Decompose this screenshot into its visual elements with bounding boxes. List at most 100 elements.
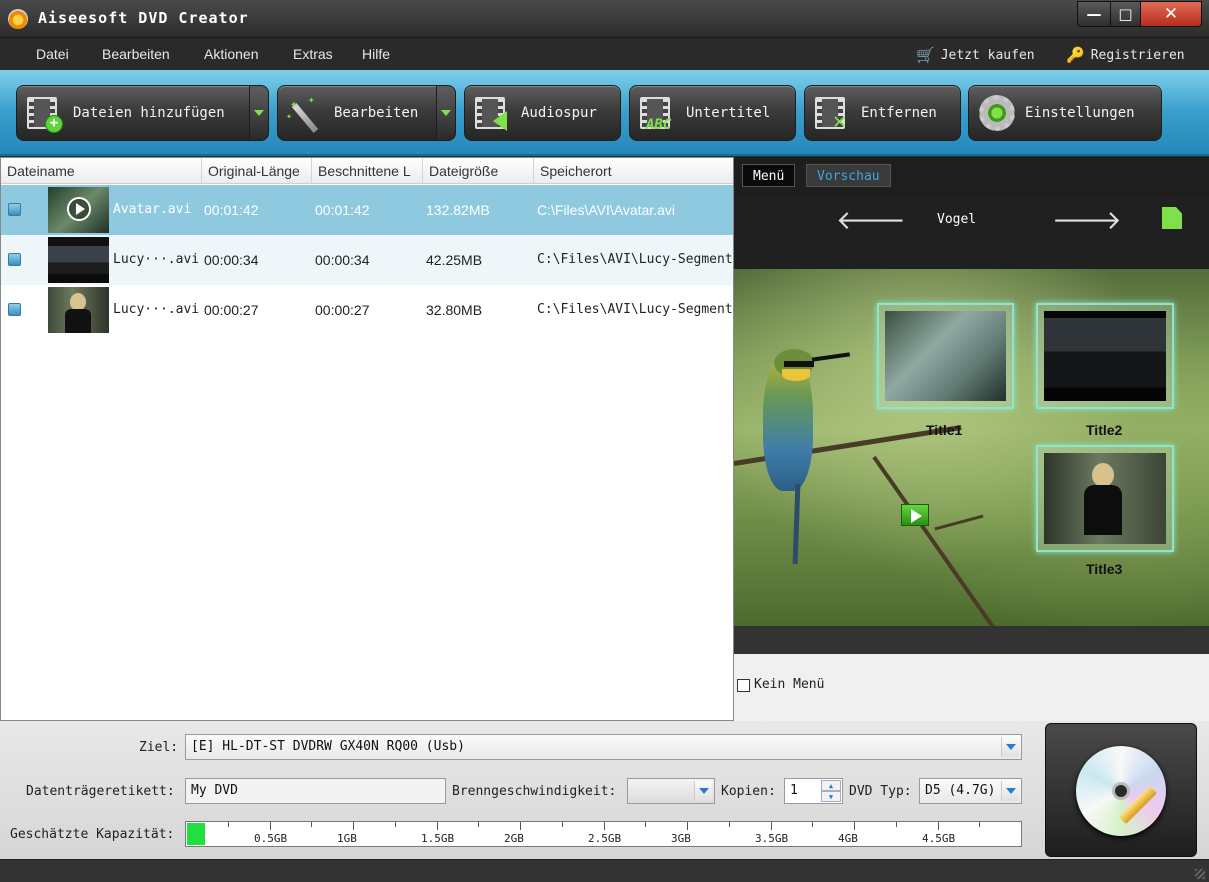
capacity-tick-label: 3GB xyxy=(671,832,691,845)
next-template-arrow-icon[interactable]: 🡒 xyxy=(1052,205,1122,236)
video-thumbnail[interactable] xyxy=(48,237,109,283)
file-location: C:\Files\AVI\Lucy-Segment xyxy=(537,302,733,317)
menu-datei[interactable]: Datei xyxy=(36,46,69,62)
abc-text: ABC xyxy=(646,117,672,133)
template-navigation: 🡐 Vogel 🡒 xyxy=(734,197,1209,269)
add-files-button[interactable]: + Dateien hinzufügen xyxy=(16,85,250,141)
title3-label[interactable]: Title3 xyxy=(1086,561,1122,577)
menu-bearbeiten[interactable]: Bearbeiten xyxy=(102,46,170,62)
template-name: Vogel xyxy=(937,212,977,227)
audio-track-button[interactable]: Audiospur xyxy=(464,85,621,141)
key-icon: 🔑 xyxy=(1066,46,1085,64)
capacity-tick xyxy=(270,822,271,830)
play-button[interactable] xyxy=(901,504,929,526)
capacity-tick-label: 2.5GB xyxy=(588,832,622,845)
expand-icon[interactable] xyxy=(8,303,21,316)
register-link[interactable]: 🔑 Registrieren xyxy=(1066,46,1185,64)
chevron-down-icon[interactable] xyxy=(1001,737,1019,757)
resize-grip-icon[interactable] xyxy=(1195,869,1205,879)
file-size: 132.82MB xyxy=(426,202,490,218)
edit-menu-icon[interactable] xyxy=(1162,207,1182,229)
menu-extras[interactable]: Extras xyxy=(293,46,333,62)
buy-now-link[interactable]: 🛒 Jetzt kaufen xyxy=(916,46,1035,64)
expand-icon[interactable] xyxy=(8,203,21,216)
close-button[interactable]: ✕ xyxy=(1140,1,1202,27)
copies-label: Kopien: xyxy=(721,784,776,799)
file-size: 42.25MB xyxy=(426,252,483,268)
capacity-tick xyxy=(395,822,396,827)
no-menu-area: Kein Menü xyxy=(734,654,1209,721)
capacity-tick-label: 2GB xyxy=(504,832,524,845)
title-bar[interactable]: Aiseesoft DVD Creator — □ ✕ xyxy=(0,0,1209,38)
disc-label-input[interactable]: My DVD xyxy=(185,778,446,804)
burn-speed-label: Brenngeschwindigkeit: xyxy=(452,784,617,799)
add-files-label: Dateien hinzufügen xyxy=(73,105,225,121)
title3-thumbnail[interactable] xyxy=(1036,445,1174,552)
capacity-label: Geschätzte Kapazität: xyxy=(10,827,175,842)
table-row[interactable]: Lucy···.avi 00:00:34 00:00:34 42.25MB C:… xyxy=(1,235,733,285)
col-header-file-size[interactable]: Dateigröße xyxy=(423,158,534,184)
trimmed-length: 00:01:42 xyxy=(315,202,370,218)
title1-label[interactable]: Title1 xyxy=(926,422,962,438)
table-row[interactable]: Avatar.avi 00:01:42 00:01:42 132.82MB C:… xyxy=(1,185,733,235)
capacity-tick xyxy=(520,822,521,830)
output-settings: Ziel: [E] HL-DT-ST DVDRW GX40N RQ00 (Usb… xyxy=(0,721,1209,859)
capacity-bar: 0.5GB 1GB 1.5GB 2GB 2.5GB 3GB 3.5GB 4GB 4.5GB xyxy=(185,821,1022,847)
settings-button[interactable]: Einstellungen xyxy=(968,85,1162,141)
chevron-down-icon[interactable] xyxy=(694,781,712,801)
target-dropdown[interactable]: [E] HL-DT-ST DVDRW GX40N RQ00 (Usb) xyxy=(185,734,1022,760)
col-header-trimmed-length[interactable]: Beschnittene L xyxy=(312,158,423,184)
copies-stepper[interactable]: 1 ▲ ▼ xyxy=(784,778,843,804)
disc-label-label: Datenträgeretikett: xyxy=(26,784,175,799)
capacity-tick xyxy=(938,822,939,830)
capacity-tick-label: 3.5GB xyxy=(755,832,789,845)
edit-dropdown[interactable] xyxy=(436,85,456,141)
title2-label[interactable]: Title2 xyxy=(1086,422,1122,438)
remove-button[interactable]: ✕ Entfernen xyxy=(804,85,961,141)
file-location: C:\Files\AVI\Avatar.avi xyxy=(537,202,675,218)
burn-button[interactable] xyxy=(1045,723,1197,857)
menu-bar: Datei Bearbeiten Aktionen Extras Hilfe 🛒… xyxy=(0,38,1209,70)
capacity-tick xyxy=(437,822,438,830)
capacity-tick xyxy=(228,822,229,827)
video-thumbnail[interactable] xyxy=(48,287,109,333)
original-length: 00:00:27 xyxy=(204,302,259,318)
previous-template-arrow-icon[interactable]: 🡐 xyxy=(836,205,906,236)
capacity-tick-label: 1.5GB xyxy=(421,832,455,845)
buy-now-label: Jetzt kaufen xyxy=(940,47,1035,63)
col-header-filename[interactable]: Dateiname xyxy=(1,158,202,184)
film-remove-icon: ✕ xyxy=(813,93,853,134)
burn-speed-dropdown[interactable] xyxy=(627,778,715,804)
subtitle-button[interactable]: ABC Untertitel xyxy=(629,85,796,141)
capacity-tick xyxy=(645,822,646,827)
capacity-tick-label: 4.5GB xyxy=(922,832,956,845)
col-header-location[interactable]: Speicherort xyxy=(534,158,733,184)
copies-down-icon[interactable]: ▼ xyxy=(821,791,841,802)
chevron-down-icon[interactable] xyxy=(1001,781,1019,801)
tab-menu[interactable]: Menü xyxy=(742,164,796,187)
file-list[interactable]: Dateiname Original-Länge Beschnittene L … xyxy=(0,157,734,878)
no-menu-label: Kein Menü xyxy=(754,677,825,692)
add-files-dropdown[interactable] xyxy=(249,85,269,141)
menu-aktionen[interactable]: Aktionen xyxy=(204,46,258,62)
minimize-button[interactable]: — xyxy=(1077,1,1111,27)
tab-preview[interactable]: Vorschau xyxy=(806,164,891,187)
menu-hilfe[interactable]: Hilfe xyxy=(362,46,390,62)
video-thumbnail[interactable] xyxy=(48,187,109,233)
no-menu-checkbox[interactable] xyxy=(737,679,750,692)
edit-button[interactable]: ✦ ✦ ✦ Bearbeiten xyxy=(277,85,437,141)
copies-value: 1 xyxy=(790,783,798,798)
table-row[interactable]: Lucy···.avi 00:00:27 00:00:27 32.80MB C:… xyxy=(1,285,733,335)
capacity-tick xyxy=(854,822,855,830)
subtitle-label: Untertitel xyxy=(686,105,771,121)
status-bar xyxy=(0,859,1209,882)
film-subtitle-icon: ABC xyxy=(638,93,678,133)
title2-thumbnail[interactable] xyxy=(1036,303,1174,409)
dvd-type-value: D5 (4.7G) xyxy=(925,783,996,798)
copies-up-icon[interactable]: ▲ xyxy=(821,780,841,791)
expand-icon[interactable] xyxy=(8,253,21,266)
title1-thumbnail[interactable] xyxy=(877,303,1014,409)
dvd-type-dropdown[interactable]: D5 (4.7G) xyxy=(919,778,1022,804)
col-header-original-length[interactable]: Original-Länge xyxy=(202,158,312,184)
maximize-button[interactable]: □ xyxy=(1110,1,1141,27)
